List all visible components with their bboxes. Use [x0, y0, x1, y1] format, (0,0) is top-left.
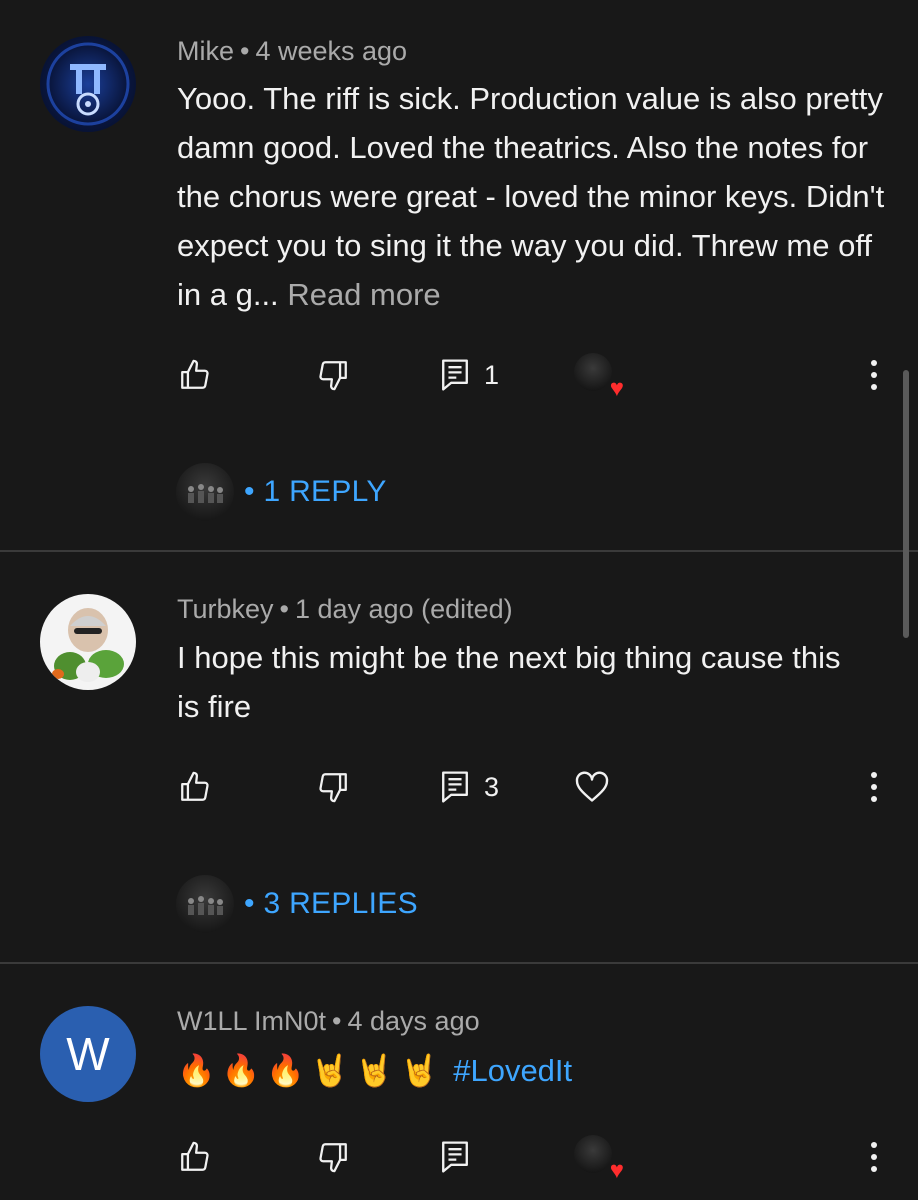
reply-thumbnail	[176, 463, 234, 521]
avatar[interactable]	[40, 36, 136, 132]
dislike-icon	[319, 773, 347, 803]
comment-actions: 1 ♥	[0, 350, 918, 401]
timestamp[interactable]: 1 day ago (edited)	[295, 594, 513, 624]
like-icon	[181, 359, 209, 389]
separator: •	[244, 475, 255, 508]
reply-icon	[442, 1141, 468, 1173]
replies-link[interactable]: • 3 REPLIES	[244, 887, 418, 921]
dislike-icon	[319, 361, 347, 391]
band-thumbnail-icon	[188, 896, 223, 915]
comment-text: I hope this might be the next big thing …	[177, 633, 867, 731]
creator-heart[interactable]: ♥	[574, 1132, 624, 1183]
hashtag-link[interactable]: #LovedIt	[453, 1053, 572, 1088]
comments-page: Mike • 4 weeks ago Yooo. The riff is sick.…	[0, 0, 918, 1200]
reply-icon	[442, 771, 468, 803]
replies-label: 1 REPLY	[263, 475, 387, 508]
like-button[interactable]	[178, 1132, 212, 1182]
dislike-button[interactable]	[316, 1132, 350, 1182]
timestamp[interactable]: 4 weeks ago	[255, 36, 407, 66]
more-options-button[interactable]	[860, 766, 888, 808]
avatar[interactable]	[40, 594, 136, 690]
more-options-button[interactable]	[860, 354, 888, 396]
comment-text: 🔥🔥🔥🤘🤘🤘 #LovedIt	[177, 1046, 887, 1096]
avatar[interactable]: W	[40, 1006, 136, 1102]
author-name[interactable]: Turbkey	[177, 594, 274, 624]
comment-header: W1LL ImN0t • 4 days ago	[177, 1004, 480, 1038]
replies-label: 3 REPLIES	[263, 887, 418, 920]
reply-count: 3	[484, 771, 500, 802]
more-vert-icon	[871, 360, 877, 390]
band-thumbnail-icon	[188, 484, 223, 503]
view-replies[interactable]: • 1 REPLY	[176, 462, 387, 522]
comment-actions: 3	[0, 762, 918, 812]
emoji-text: 🔥🔥🔥🤘🤘🤘	[177, 1053, 445, 1089]
reply-count: 1	[484, 359, 500, 390]
separator: •	[240, 36, 250, 66]
like-button[interactable]	[178, 762, 212, 812]
author-name[interactable]: W1LL ImN0t	[177, 1006, 326, 1036]
timestamp[interactable]: 4 days ago	[348, 1006, 480, 1036]
reply-button[interactable]: 3	[440, 762, 499, 812]
separator: •	[244, 887, 255, 920]
comment-text: Yooo. The riff is sick. Production value…	[177, 74, 887, 319]
creator-heart[interactable]: ♥	[574, 350, 624, 401]
separator: •	[332, 1006, 342, 1036]
avatar-letter: W	[66, 1028, 110, 1080]
more-options-button[interactable]	[860, 1136, 888, 1178]
more-vert-icon	[871, 1142, 877, 1172]
separator: •	[279, 594, 289, 624]
more-vert-icon	[871, 772, 877, 802]
comment-body: I hope this might be the next big thing …	[177, 640, 841, 724]
creator-avatar	[574, 1135, 612, 1173]
comment-body: Yooo. The riff is sick. Production value…	[177, 81, 885, 312]
heart-outline-icon	[575, 771, 609, 802]
comment-header: Turbkey • 1 day ago (edited)	[177, 592, 513, 626]
read-more-link[interactable]: Read more	[287, 277, 440, 312]
author-name[interactable]: Mike	[177, 36, 234, 66]
heart-icon: ♥	[609, 375, 624, 402]
view-replies[interactable]: • 3 REPLIES	[176, 874, 418, 934]
scrollbar[interactable]	[903, 370, 909, 638]
like-icon	[181, 1141, 209, 1171]
avatar-logo-icon	[46, 42, 130, 126]
replies-link[interactable]: • 1 REPLY	[244, 475, 387, 509]
dislike-button[interactable]	[316, 762, 350, 812]
comment-header: Mike • 4 weeks ago	[177, 34, 407, 68]
creator-avatar	[574, 353, 612, 391]
comment-actions: ♥	[0, 1132, 918, 1183]
reply-button[interactable]	[440, 1132, 470, 1182]
divider	[0, 550, 918, 552]
reply-thumbnail	[176, 875, 234, 933]
reply-icon	[442, 359, 468, 391]
dislike-button[interactable]	[316, 350, 350, 400]
reply-button[interactable]: 1	[440, 350, 499, 400]
avatar-photo-icon	[52, 608, 124, 682]
like-button[interactable]	[178, 350, 212, 400]
dislike-icon	[319, 1143, 347, 1173]
divider	[0, 962, 918, 964]
like-icon	[181, 771, 209, 801]
heart-icon: ♥	[609, 1157, 624, 1184]
heart-button[interactable]	[574, 762, 610, 812]
